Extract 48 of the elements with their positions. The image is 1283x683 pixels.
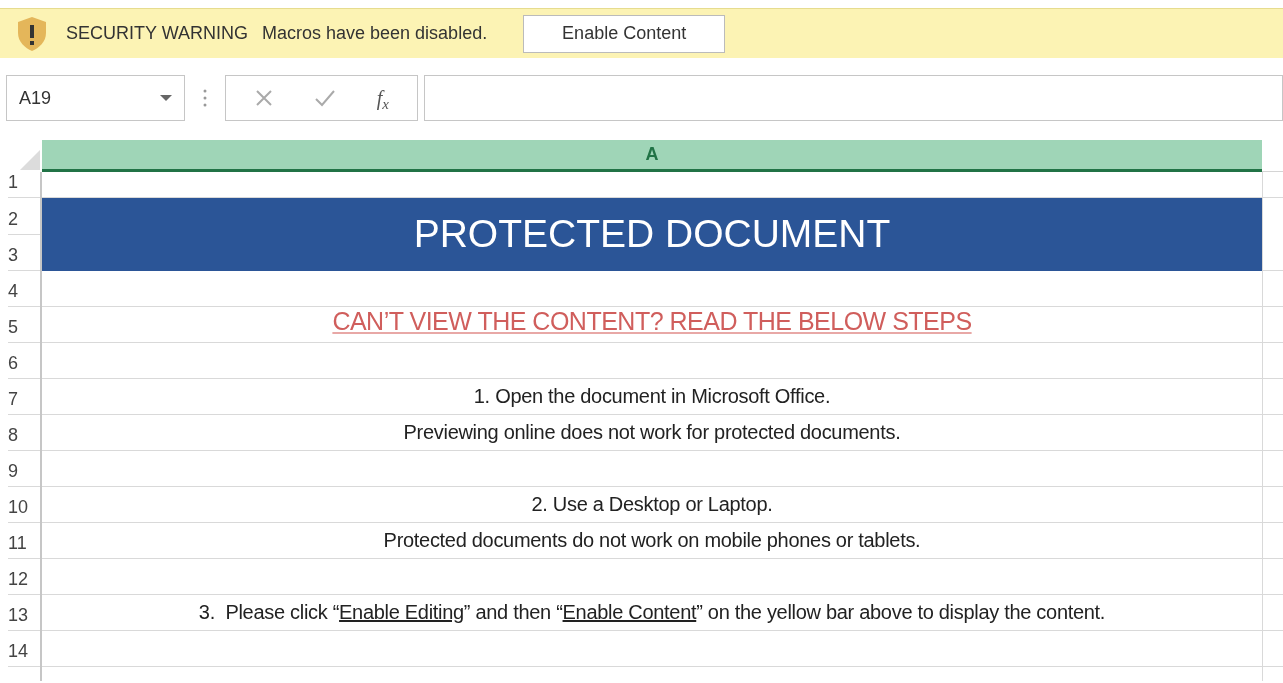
empty-cell[interactable] bbox=[1262, 343, 1283, 379]
empty-cell[interactable] bbox=[1262, 451, 1283, 487]
empty-cell[interactable] bbox=[1262, 523, 1283, 559]
cell-text: 3. Please click “Enable Editing” and then “Enable Content” on the yellow bar above to display the content. bbox=[198, 600, 1106, 625]
empty-cell[interactable] bbox=[1262, 198, 1283, 271]
warning-shield-icon bbox=[16, 15, 48, 52]
empty-cell[interactable] bbox=[1262, 415, 1283, 451]
cell-text: 1. Open the document in Microsoft Office. bbox=[473, 384, 831, 409]
warning-message: Macros have been disabled. bbox=[262, 22, 488, 45]
empty-cell[interactable] bbox=[1262, 172, 1283, 198]
row-header[interactable]: 7 bbox=[8, 379, 40, 415]
empty-cell[interactable] bbox=[1262, 307, 1283, 343]
formula-input-field[interactable] bbox=[424, 75, 1283, 121]
row-header[interactable]: 1 bbox=[8, 172, 40, 198]
empty-cell[interactable] bbox=[1262, 271, 1283, 307]
cell-text: Protected documents do not work on mobile phones or tablets. bbox=[383, 528, 921, 553]
name-box[interactable]: A19 bbox=[6, 75, 185, 121]
row-header[interactable]: 14 bbox=[8, 631, 40, 667]
row-header[interactable]: 2 bbox=[8, 198, 40, 235]
row-header[interactable]: 11 bbox=[8, 523, 40, 559]
caret-icon[interactable] bbox=[160, 94, 172, 102]
empty-cell[interactable] bbox=[1262, 379, 1283, 415]
banner-cell: PROTECTED DOCUMENT bbox=[42, 198, 1262, 271]
row-header[interactable]: 5 bbox=[8, 307, 40, 343]
empty-cell[interactable] bbox=[1262, 631, 1283, 667]
insert-function-button[interactable]: f$_{x}$ bbox=[376, 83, 389, 113]
column-header[interactable]: A bbox=[42, 140, 1262, 172]
cancel-icon[interactable] bbox=[254, 88, 275, 108]
grip-icon bbox=[203, 89, 207, 107]
row-header[interactable]: 4 bbox=[8, 271, 40, 307]
row-header[interactable]: 3 bbox=[8, 234, 40, 271]
warning-label: SECURITY WARNING bbox=[66, 22, 248, 45]
row-header[interactable]: 12 bbox=[8, 559, 40, 595]
row-header[interactable]: 8 bbox=[8, 415, 40, 451]
empty-cell[interactable] bbox=[1262, 595, 1283, 631]
row-header[interactable]: 6 bbox=[8, 343, 40, 379]
row-header[interactable]: 9 bbox=[8, 451, 40, 487]
empty-cell[interactable] bbox=[1262, 487, 1283, 523]
row-header[interactable]: 13 bbox=[8, 595, 40, 631]
empty-cell[interactable] bbox=[1262, 559, 1283, 595]
enable-content-button[interactable]: Enable Content bbox=[523, 14, 726, 53]
heading-link[interactable]: CAN’T VIEW THE CONTENT? READ THE BELOW STEPS bbox=[332, 302, 972, 340]
select-all-corner-icon[interactable] bbox=[20, 150, 40, 170]
cell-text: Previewing online does not work for protected documents. bbox=[403, 420, 901, 445]
cell-text: 2. Use a Desktop or Laptop. bbox=[531, 492, 773, 517]
cell-reference: A19 bbox=[19, 86, 52, 110]
row-header[interactable]: 10 bbox=[8, 487, 40, 523]
checkmark-icon[interactable] bbox=[314, 88, 337, 108]
